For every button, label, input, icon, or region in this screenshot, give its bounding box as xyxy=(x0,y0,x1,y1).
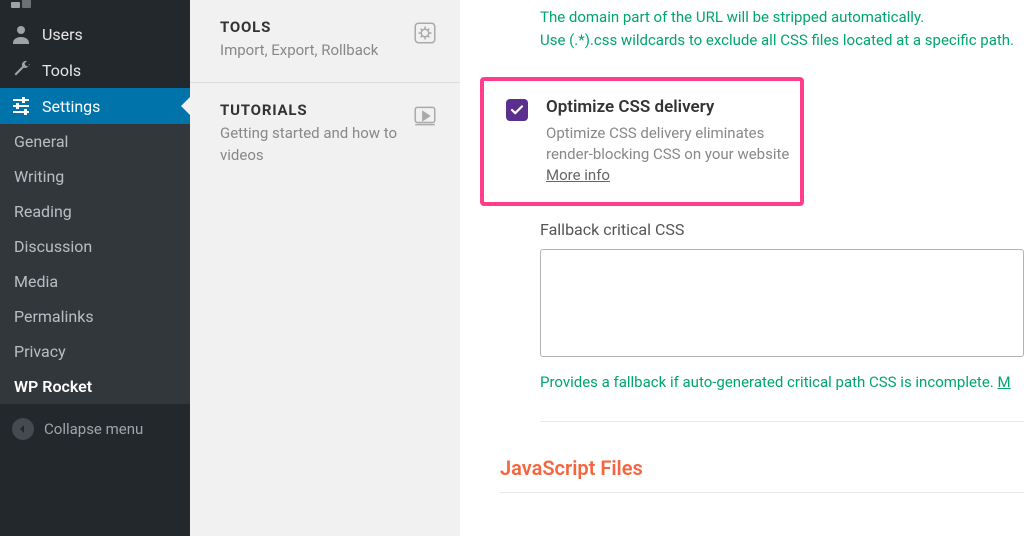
optimize-css-row: Optimize CSS delivery Optimize CSS deliv… xyxy=(480,77,804,206)
optimize-css-checkbox[interactable] xyxy=(506,99,528,121)
user-icon xyxy=(10,24,32,44)
sidebar-item-partial[interactable] xyxy=(0,0,190,16)
fallback-hint-link[interactable]: M xyxy=(997,373,1010,391)
submenu-privacy[interactable]: Privacy xyxy=(0,334,190,369)
secondary-nav: TOOLS Import, Export, Rollback TUTORIALS… xyxy=(190,0,460,536)
secondary-item-tutorials[interactable]: TUTORIALS Getting started and how to vid… xyxy=(190,83,460,187)
wp-admin-sidebar: Users Tools Settings General Writing Rea… xyxy=(0,0,190,536)
sidebar-item-label: Tools xyxy=(42,61,81,80)
fallback-hint: Provides a fallback if auto-generated cr… xyxy=(540,373,1024,422)
optimize-desc-text: Optimize CSS delivery eliminates render-… xyxy=(546,124,789,163)
submenu-label: Reading xyxy=(14,202,72,221)
fallback-css-textarea[interactable] xyxy=(540,249,1024,357)
collapse-menu-button[interactable]: Collapse menu xyxy=(0,408,190,450)
sidebar-item-settings[interactable]: Settings xyxy=(0,88,190,124)
submenu-label: Permalinks xyxy=(14,307,94,326)
collapse-icon xyxy=(12,418,34,440)
sliders-icon xyxy=(10,96,32,116)
main-content: The domain part of the URL will be strip… xyxy=(460,0,1024,536)
submenu-writing[interactable]: Writing xyxy=(0,159,190,194)
optimize-css-label: Optimize CSS delivery xyxy=(546,97,800,117)
optimize-css-desc: Optimize CSS delivery eliminates render-… xyxy=(546,123,800,186)
secondary-title: TUTORIALS xyxy=(220,101,400,119)
gauge-icon xyxy=(10,0,32,8)
sidebar-item-label: Users xyxy=(42,25,83,44)
secondary-title: TOOLS xyxy=(220,18,400,36)
wrench-icon xyxy=(10,60,32,80)
submenu-label: Privacy xyxy=(14,342,66,361)
secondary-desc: Getting started and how to videos xyxy=(220,123,400,167)
hint-text-2: Use (.*).css wildcards to exclude all CS… xyxy=(540,29,1024,52)
submenu-label: General xyxy=(14,132,68,151)
submenu-label: Media xyxy=(14,272,58,291)
submenu-reading[interactable]: Reading xyxy=(0,194,190,229)
play-icon xyxy=(412,103,440,167)
check-icon xyxy=(510,103,524,117)
secondary-item-tools[interactable]: TOOLS Import, Export, Rollback xyxy=(190,0,460,83)
more-info-link[interactable]: More info xyxy=(546,166,610,184)
fallback-label: Fallback critical CSS xyxy=(540,220,1024,239)
submenu-media[interactable]: Media xyxy=(0,264,190,299)
submenu-discussion[interactable]: Discussion xyxy=(0,229,190,264)
submenu-label: WP Rocket xyxy=(14,377,92,396)
sidebar-item-tools[interactable]: Tools xyxy=(0,52,190,88)
sidebar-item-label: Settings xyxy=(42,97,100,116)
fallback-hint-text: Provides a fallback if auto-generated cr… xyxy=(540,373,997,391)
submenu-label: Writing xyxy=(14,167,64,186)
submenu-label: Discussion xyxy=(14,237,92,256)
hint-text-1: The domain part of the URL will be strip… xyxy=(540,6,1024,29)
secondary-desc: Import, Export, Rollback xyxy=(220,40,400,62)
collapse-label: Collapse menu xyxy=(44,420,143,438)
gear-icon xyxy=(412,20,440,62)
js-files-section: JavaScript Files xyxy=(480,456,1024,493)
js-files-heading: JavaScript Files xyxy=(500,456,1024,493)
submenu-permalinks[interactable]: Permalinks xyxy=(0,299,190,334)
submenu-general[interactable]: General xyxy=(0,124,190,159)
submenu-wp-rocket[interactable]: WP Rocket xyxy=(0,369,190,404)
sidebar-item-users[interactable]: Users xyxy=(0,16,190,52)
